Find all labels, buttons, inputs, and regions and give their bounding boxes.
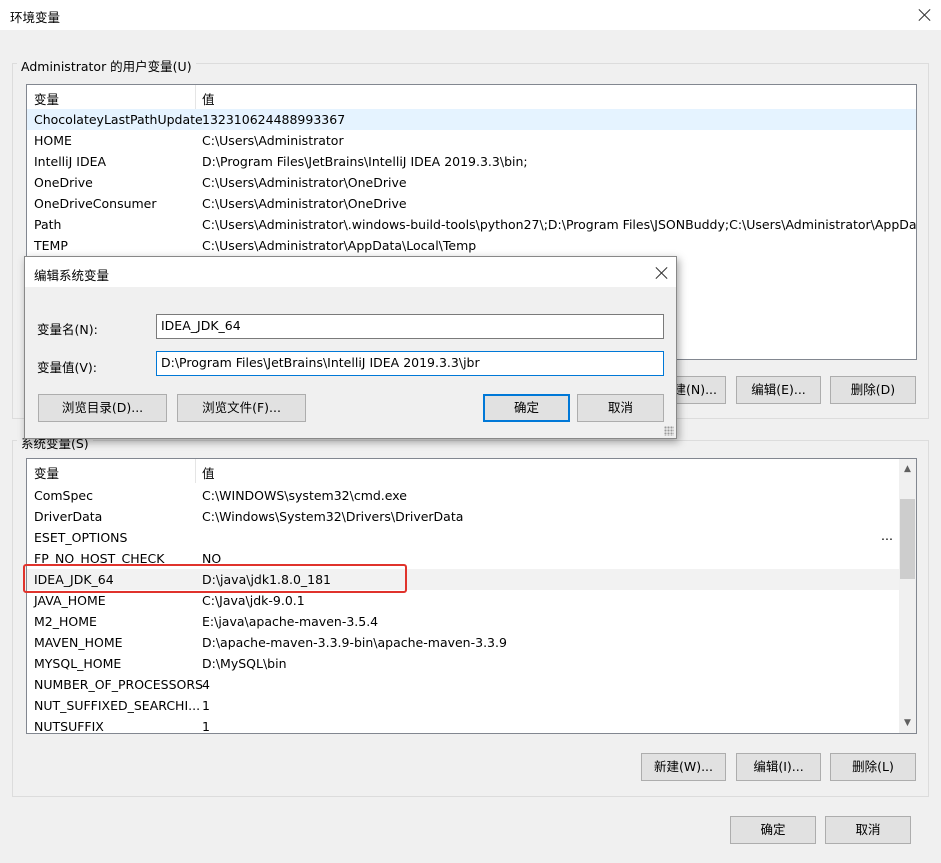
var-name: ComSpec <box>34 488 93 503</box>
close-icon[interactable] <box>652 263 672 283</box>
table-row[interactable]: OneDrive C:\Users\Administrator\OneDrive <box>27 172 916 193</box>
var-value: 132310624488993367 <box>202 112 346 127</box>
name-label: 变量名(N): <box>37 322 98 337</box>
resize-grip-icon[interactable] <box>664 426 674 436</box>
table-row[interactable]: M2_HOME E:\java\apache-maven-3.5.4 <box>27 611 916 632</box>
dialog-cancel-button[interactable]: 取消 <box>577 394 664 422</box>
var-value: 1 <box>202 698 210 713</box>
table-row[interactable]: JAVA_HOME C:\Java\jdk-9.0.1 <box>27 590 916 611</box>
scroll-thumb[interactable] <box>900 499 915 579</box>
column-divider[interactable] <box>195 85 196 109</box>
table-row[interactable]: NUMBER_OF_PROCESSORS 4 <box>27 674 916 695</box>
var-name: OneDriveConsumer <box>34 196 157 211</box>
var-name: NUMBER_OF_PROCESSORS <box>34 677 203 692</box>
var-name: OneDrive <box>34 175 93 190</box>
window-title: 环境变量 <box>10 10 61 25</box>
table-row[interactable]: HOME C:\Users\Administrator <box>27 130 916 151</box>
column-header-name[interactable]: 变量 <box>34 463 59 482</box>
browse-file-button[interactable]: 浏览文件(F)... <box>177 394 306 422</box>
system-delete-button[interactable]: 删除(L) <box>830 753 916 781</box>
var-value: C:\Users\Administrator\OneDrive <box>202 175 407 190</box>
window-title-bar: 环境变量 <box>0 0 941 30</box>
var-name: MAVEN_HOME <box>34 635 123 650</box>
var-value: C:\Users\Administrator\AppData\Local\Tem… <box>202 238 477 253</box>
var-name: DriverData <box>34 509 103 524</box>
var-value: D:\apache-maven-3.3.9-bin\apache-maven-3… <box>202 635 507 650</box>
var-value: C:\Java\jdk-9.0.1 <box>202 593 305 608</box>
dialog-title-bar: 编辑系统变量 <box>25 257 676 287</box>
system-vars-scrollbar[interactable]: ▲ ▼ <box>899 459 916 733</box>
user-edit-button[interactable]: 编辑(E)... <box>736 376 821 404</box>
var-name: TEMP <box>34 238 68 253</box>
column-header-value[interactable]: 值 <box>202 89 215 108</box>
ok-button[interactable]: 确定 <box>730 816 816 844</box>
var-value: D:\MySQL\bin <box>202 656 287 671</box>
table-row[interactable]: ESET_OPTIONS ... <box>27 527 916 548</box>
var-name: NUTSUFFIX <box>34 719 104 734</box>
var-value: C:\WINDOWS\system32\cmd.exe <box>202 488 407 503</box>
user-delete-button[interactable]: 删除(D) <box>830 376 916 404</box>
highlight-box <box>23 564 407 593</box>
table-row[interactable]: MYSQL_HOME D:\MySQL\bin <box>27 653 916 674</box>
var-name: M2_HOME <box>34 614 97 629</box>
var-value: C:\Users\Administrator\OneDrive <box>202 196 407 211</box>
var-value: C:\Users\Administrator\.windows-build-to… <box>202 217 917 232</box>
column-header-name[interactable]: 变量 <box>34 89 59 108</box>
user-vars-group-label: Administrator 的用户变量(U) <box>17 56 196 75</box>
var-value: C:\Windows\System32\Drivers\DriverData <box>202 509 464 524</box>
table-row[interactable]: ChocolateyLastPathUpdate 132310624488993… <box>27 109 916 130</box>
var-name: ESET_OPTIONS <box>34 530 128 545</box>
var-value: C:\Users\Administrator <box>202 133 344 148</box>
dialog-ok-button[interactable]: 确定 <box>483 394 570 422</box>
var-name: NUT_SUFFIXED_SEARCHI... <box>34 698 201 713</box>
scroll-up-icon[interactable]: ▲ <box>899 461 916 478</box>
var-value: E:\java\apache-maven-3.5.4 <box>202 614 379 629</box>
var-value: 4 <box>202 677 210 692</box>
table-row[interactable]: NUT_SUFFIXED_SEARCHI... 1 <box>27 695 916 716</box>
truncation-ellipsis: ... <box>881 528 893 543</box>
var-value: 1 <box>202 719 210 734</box>
table-row[interactable]: TEMP C:\Users\Administrator\AppData\Loca… <box>27 235 916 256</box>
dialog-title: 编辑系统变量 <box>34 268 110 283</box>
edit-variable-dialog: 编辑系统变量 变量名(N): IDEA_JDK_64 变量值(V): D:\Pr… <box>24 256 677 439</box>
var-name: JAVA_HOME <box>34 593 106 608</box>
system-vars-list[interactable]: 变量 值 ComSpec C:\WINDOWS\system32\cmd.exe… <box>26 458 917 734</box>
table-row[interactable]: IntelliJ IDEA D:\Program Files\JetBrains… <box>27 151 916 172</box>
cancel-button[interactable]: 取消 <box>825 816 911 844</box>
table-row[interactable]: DriverData C:\Windows\System32\Drivers\D… <box>27 506 916 527</box>
variable-name-field[interactable]: IDEA_JDK_64 <box>156 314 664 339</box>
table-row[interactable]: NUTSUFFIX 1 <box>27 716 916 734</box>
table-row[interactable]: OneDriveConsumer C:\Users\Administrator\… <box>27 193 916 214</box>
table-row[interactable]: Path C:\Users\Administrator\.windows-bui… <box>27 214 916 235</box>
var-name: HOME <box>34 133 72 148</box>
table-row[interactable]: ComSpec C:\WINDOWS\system32\cmd.exe <box>27 485 916 506</box>
variable-value-field[interactable]: D:\Program Files\JetBrains\IntelliJ IDEA… <box>156 351 664 376</box>
var-name: IntelliJ IDEA <box>34 154 107 169</box>
var-name: MYSQL_HOME <box>34 656 122 671</box>
system-edit-button[interactable]: 编辑(I)... <box>736 753 821 781</box>
var-name: Path <box>34 217 62 232</box>
scroll-down-icon[interactable]: ▼ <box>899 715 916 732</box>
column-header-value[interactable]: 值 <box>202 463 215 482</box>
var-value: D:\Program Files\JetBrains\IntelliJ IDEA… <box>202 154 528 169</box>
system-new-button[interactable]: 新建(W)... <box>641 753 726 781</box>
table-row[interactable]: MAVEN_HOME D:\apache-maven-3.3.9-bin\apa… <box>27 632 916 653</box>
browse-directory-button[interactable]: 浏览目录(D)... <box>38 394 167 422</box>
close-icon[interactable] <box>915 5 935 25</box>
system-vars-header: 变量 值 <box>27 459 916 483</box>
user-vars-header: 变量 值 <box>27 85 916 109</box>
var-name: ChocolateyLastPathUpdate <box>34 112 203 127</box>
value-label: 变量值(V): <box>37 360 98 375</box>
column-divider[interactable] <box>195 459 196 483</box>
